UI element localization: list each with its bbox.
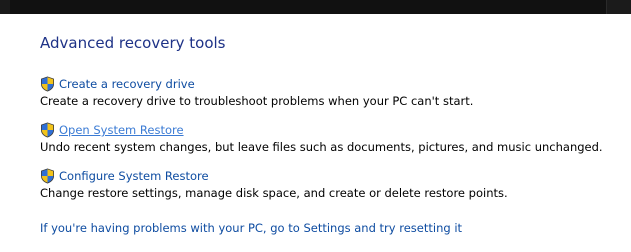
open-system-restore-description: Undo recent system changes, but leave fi… xyxy=(40,140,603,154)
create-recovery-drive-link[interactable]: Create a recovery drive xyxy=(59,77,195,91)
section-heading: Advanced recovery tools xyxy=(40,34,226,52)
tool-configure-system-restore: Configure System Restore Change restore … xyxy=(40,167,630,200)
window-top-strip xyxy=(0,0,631,14)
create-recovery-drive-description: Create a recovery drive to troubleshoot … xyxy=(40,94,474,108)
uac-shield-icon xyxy=(41,122,54,138)
tool-link-row: Open System Restore xyxy=(40,121,630,139)
open-system-restore-link[interactable]: Open System Restore xyxy=(59,123,184,137)
uac-shield-icon xyxy=(41,76,54,92)
tool-create-recovery-drive: Create a recovery drive Create a recover… xyxy=(40,75,630,108)
tool-link-row: Create a recovery drive xyxy=(40,75,630,93)
configure-system-restore-link[interactable]: Configure System Restore xyxy=(59,169,209,183)
top-right-edge xyxy=(606,0,631,14)
tool-open-system-restore: Open System Restore Undo recent system c… xyxy=(40,121,630,154)
configure-system-restore-description: Change restore settings, manage disk spa… xyxy=(40,186,508,200)
top-left-corner xyxy=(0,0,10,14)
reset-pc-settings-link[interactable]: If you're having problems with your PC, … xyxy=(40,221,462,235)
uac-shield-icon xyxy=(41,168,54,184)
tool-link-row: Configure System Restore xyxy=(40,167,630,185)
